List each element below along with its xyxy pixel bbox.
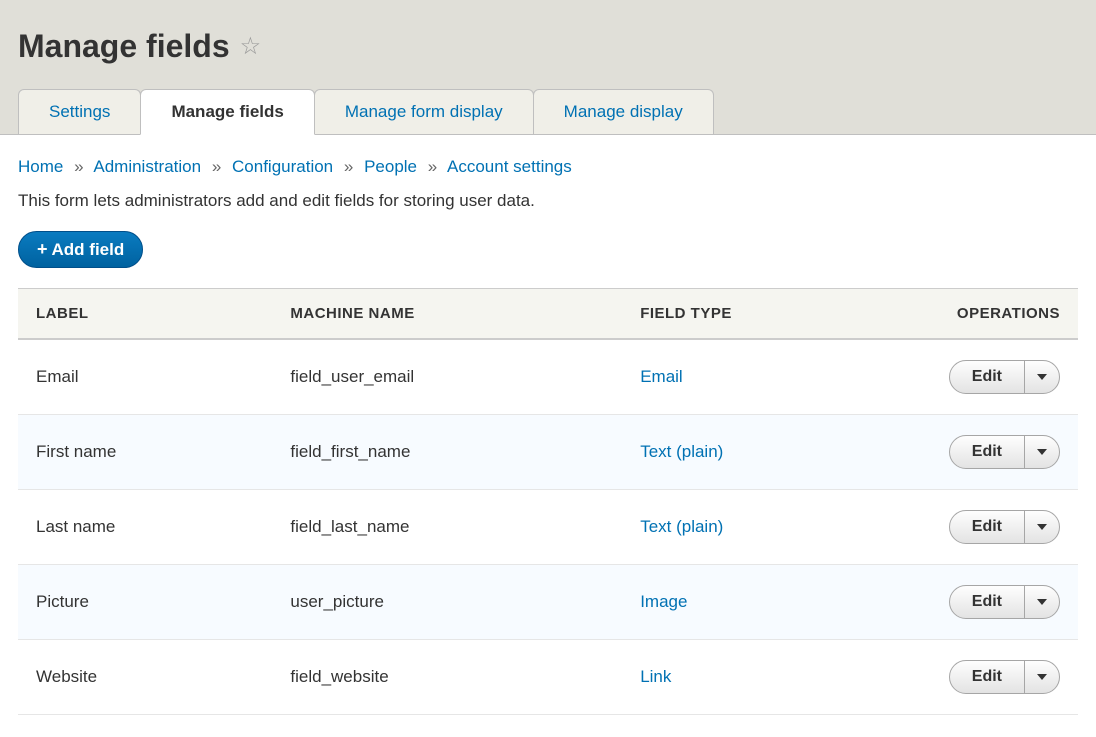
- field-machine-name-cell: field_first_name: [272, 415, 622, 490]
- add-field-label: Add field: [52, 240, 125, 260]
- field-machine-name-cell: user_picture: [272, 565, 622, 640]
- tab-settings[interactable]: Settings: [18, 89, 141, 134]
- edit-button[interactable]: Edit: [950, 586, 1025, 618]
- operations-cell: Edit: [898, 490, 1078, 565]
- field-type-cell: Email: [622, 339, 898, 415]
- operations-cell: Edit: [898, 415, 1078, 490]
- field-type-link[interactable]: Text (plain): [640, 442, 723, 461]
- table-row: Last namefield_last_name Text (plain) Edit: [18, 490, 1078, 565]
- tab-manage-form-display[interactable]: Manage form display: [314, 89, 534, 134]
- field-label-cell: Last name: [18, 490, 272, 565]
- primary-tabs: Settings Manage fields Manage form displ…: [18, 89, 1078, 134]
- operations-dropbutton: Edit: [949, 510, 1060, 544]
- operations-cell: Edit: [898, 640, 1078, 715]
- favorite-star-icon[interactable]: ☆: [240, 32, 262, 61]
- dropbutton-toggle[interactable]: [1025, 511, 1059, 543]
- field-type-link[interactable]: Email: [640, 367, 683, 386]
- page-description: This form lets administrators add and ed…: [18, 191, 1078, 211]
- breadcrumb-separator: »: [74, 157, 83, 176]
- breadcrumb-separator: »: [212, 157, 221, 176]
- chevron-down-icon: [1037, 524, 1047, 530]
- table-row: Pictureuser_picture Image Edit: [18, 565, 1078, 640]
- field-label-cell: Website: [18, 640, 272, 715]
- operations-dropbutton: Edit: [949, 435, 1060, 469]
- field-machine-name-cell: field_website: [272, 640, 622, 715]
- tab-manage-fields[interactable]: Manage fields: [140, 89, 314, 135]
- add-field-button[interactable]: + Add field: [18, 231, 143, 268]
- dropbutton-toggle[interactable]: [1025, 436, 1059, 468]
- edit-button[interactable]: Edit: [950, 661, 1025, 693]
- breadcrumb-link[interactable]: Account settings: [447, 157, 572, 176]
- field-machine-name-cell: field_user_email: [272, 339, 622, 415]
- breadcrumb: Home » Administration » Configuration » …: [18, 157, 1078, 177]
- dropbutton-toggle[interactable]: [1025, 661, 1059, 693]
- dropbutton-toggle[interactable]: [1025, 361, 1059, 393]
- operations-dropbutton: Edit: [949, 585, 1060, 619]
- chevron-down-icon: [1037, 449, 1047, 455]
- breadcrumb-link[interactable]: People: [364, 157, 417, 176]
- page-title: Manage fields: [18, 28, 230, 65]
- table-row: Emailfield_user_emailEmailEdit: [18, 339, 1078, 415]
- field-type-link[interactable]: Text (plain): [640, 517, 723, 536]
- operations-cell: Edit: [898, 339, 1078, 415]
- column-header-label: LABEL: [18, 289, 272, 340]
- chevron-down-icon: [1037, 599, 1047, 605]
- plus-icon: +: [37, 239, 48, 260]
- column-header-operations: OPERATIONS: [898, 289, 1078, 340]
- edit-button[interactable]: Edit: [950, 361, 1025, 393]
- operations-dropbutton: Edit: [949, 360, 1060, 394]
- field-type-link[interactable]: Image: [640, 592, 687, 611]
- edit-button[interactable]: Edit: [950, 511, 1025, 543]
- operations-dropbutton: Edit: [949, 660, 1060, 694]
- field-type-cell: Link: [622, 640, 898, 715]
- field-label-cell: Picture: [18, 565, 272, 640]
- chevron-down-icon: [1037, 374, 1047, 380]
- field-type-link[interactable]: Link: [640, 667, 671, 686]
- operations-cell: Edit: [898, 565, 1078, 640]
- breadcrumb-link[interactable]: Home: [18, 157, 63, 176]
- fields-table: LABEL MACHINE NAME FIELD TYPE OPERATIONS…: [18, 288, 1078, 715]
- breadcrumb-separator: »: [428, 157, 437, 176]
- field-label-cell: Email: [18, 339, 272, 415]
- column-header-field-type: FIELD TYPE: [622, 289, 898, 340]
- breadcrumb-separator: »: [344, 157, 353, 176]
- field-type-cell: Text (plain): [622, 490, 898, 565]
- table-row: First namefield_first_name Text (plain) Ed…: [18, 415, 1078, 490]
- chevron-down-icon: [1037, 674, 1047, 680]
- field-label-cell: First name: [18, 415, 272, 490]
- field-machine-name-cell: field_last_name: [272, 490, 622, 565]
- breadcrumb-link[interactable]: Configuration: [232, 157, 333, 176]
- tab-manage-display[interactable]: Manage display: [533, 89, 714, 134]
- dropbutton-toggle[interactable]: [1025, 586, 1059, 618]
- breadcrumb-link[interactable]: Administration: [93, 157, 201, 176]
- field-type-cell: Image: [622, 565, 898, 640]
- column-header-machine-name: MACHINE NAME: [272, 289, 622, 340]
- table-row: Websitefield_website Link Edit: [18, 640, 1078, 715]
- edit-button[interactable]: Edit: [950, 436, 1025, 468]
- field-type-cell: Text (plain): [622, 415, 898, 490]
